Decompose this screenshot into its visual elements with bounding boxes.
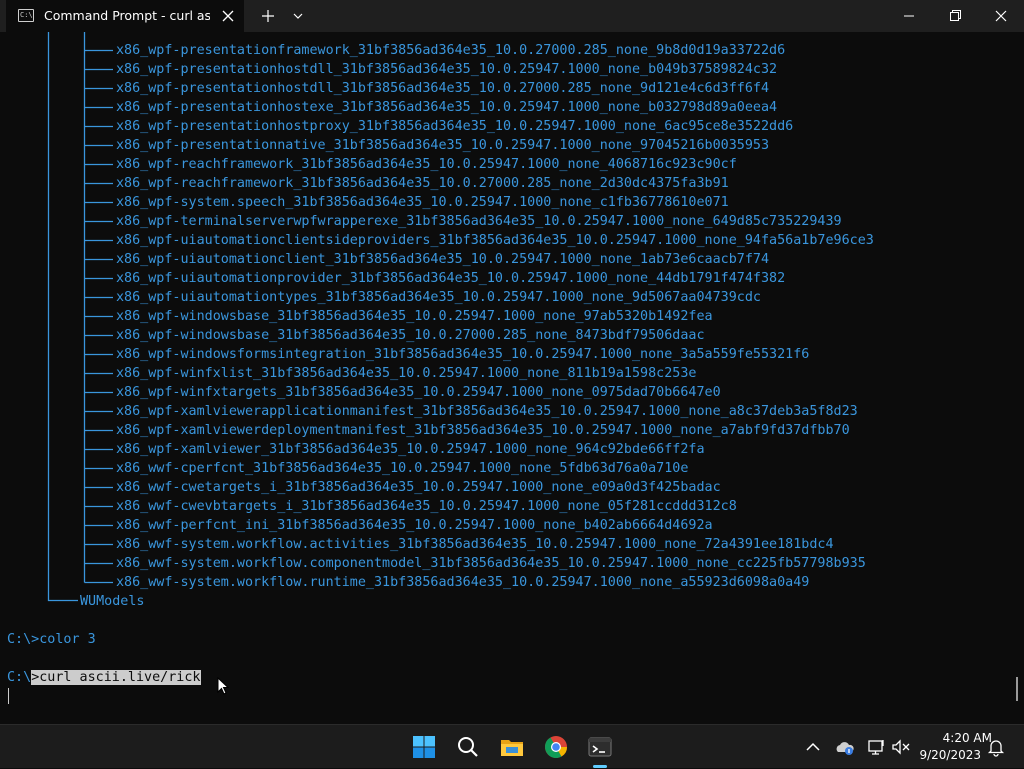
package-entry: x86_wpf-presentationhostexe_31bf3856ad36… [116, 100, 778, 115]
package-entry: x86_wpf-uiautomationclient_31bf3856ad364… [116, 252, 770, 267]
terminal-tab[interactable]: C:\ Command Prompt - curl ascii [6, 0, 244, 32]
package-entry: x86_wpf-xamlviewerdeploymentmanifest_31b… [116, 423, 850, 438]
package-entry: x86_wwf-cwetargets_i_31bf3856ad364e35_10… [116, 480, 721, 495]
tab-dropdown-chevron-icon[interactable] [290, 10, 306, 22]
clock-date[interactable]: 9/20/2023 [912, 748, 981, 762]
package-entry: x86_wwf-system.workflow.runtime_31bf3856… [116, 575, 810, 590]
close-window-button[interactable] [978, 0, 1024, 32]
package-entry: x86_wpf-xamlviewer_31bf3856ad364e35_10.0… [116, 442, 705, 457]
package-entry: x86_wpf-presentationhostproxy_31bf3856ad… [116, 119, 794, 134]
show-hidden-icons-button[interactable] [803, 737, 823, 757]
start-button[interactable] [404, 725, 444, 769]
package-entry: x86_wwf-perfcnt_ini_31bf3856ad364e35_10.… [116, 518, 713, 533]
package-entry: x86_wpf-presentationhostdll_31bf3856ad36… [116, 62, 778, 77]
minimize-button[interactable] [886, 0, 932, 32]
mouse-pointer-icon [217, 676, 230, 699]
terminal-output[interactable]: x86_wpf-presentationframework_31bf3856ad… [0, 32, 1024, 724]
chrome-button[interactable] [536, 725, 576, 769]
terminal-icon [588, 737, 612, 757]
command-text: color 3 [39, 632, 96, 647]
prompt-line-curl: C:\>curl ascii.live/rick [7, 668, 201, 687]
terminal-button[interactable] [580, 725, 620, 769]
package-entry: x86_wpf-presentationframework_31bf3856ad… [116, 43, 786, 58]
package-entry: x86_wpf-system.speech_31bf3856ad364e35_1… [116, 195, 729, 210]
package-entry: x86_wpf-windowsformsintegration_31bf3856… [116, 347, 810, 362]
search-button[interactable] [448, 725, 488, 769]
selected-command-text: >curl ascii.live/rick [31, 670, 201, 685]
package-entry: x86_wpf-presentationhostdll_31bf3856ad36… [116, 81, 770, 96]
chevron-up-icon [806, 742, 820, 751]
title-bar: C:\ Command Prompt - curl ascii [0, 0, 1024, 32]
tab-title: Command Prompt - curl ascii [44, 8, 210, 23]
network-button[interactable] [866, 737, 886, 757]
prompt-prefix: C:\ [7, 670, 32, 685]
command-prompt-icon: C:\ [18, 9, 34, 22]
prompt-line-color: C:\>color 3 [7, 630, 96, 649]
package-entry: x86_wpf-uiautomationprovider_31bf3856ad3… [116, 271, 786, 286]
package-entry: x86_wpf-terminalserverwpfwrapperexe_31bf… [116, 214, 842, 229]
package-entry: x86_wwf-system.workflow.componentmodel_3… [116, 556, 866, 571]
package-entry: x86_wpf-reachframework_31bf3856ad364e35_… [116, 176, 729, 191]
volume-muted-icon [892, 739, 910, 755]
folder-entry-wumodels: WUModels [80, 594, 145, 609]
close-tab-icon[interactable] [220, 8, 236, 24]
volume-button[interactable] [891, 737, 911, 757]
file-explorer-icon [501, 740, 523, 756]
tree-connector-lines [47, 32, 113, 602]
scrollbar-thumb[interactable] [1016, 677, 1018, 701]
package-entry: x86_wpf-xamlviewerapplicationmanifest_31… [116, 404, 858, 419]
package-entry: x86_wwf-cwevbtargets_i_31bf3856ad364e35_… [116, 499, 737, 514]
notification-bell-icon [987, 740, 1005, 757]
package-entry: x86_wpf-presentationnative_31bf3856ad364… [116, 138, 770, 153]
search-icon [458, 737, 478, 757]
restore-button[interactable] [932, 0, 978, 32]
clock-time[interactable]: 4:20 AM [912, 731, 992, 745]
onedrive-button[interactable] [835, 737, 855, 757]
package-entry: x86_wpf-windowsbase_31bf3856ad364e35_10.… [116, 328, 705, 343]
chrome-icon [545, 736, 567, 758]
file-explorer-button[interactable] [492, 725, 532, 769]
text-cursor [8, 688, 9, 704]
package-entry: x86_wpf-uiautomationtypes_31bf3856ad364e… [116, 290, 761, 305]
prompt-prefix: C:\> [7, 632, 40, 647]
package-entry: x86_wpf-winfxlist_31bf3856ad364e35_10.0.… [116, 366, 697, 381]
taskbar: 4:20 AM 9/20/2023 [0, 724, 1024, 768]
network-icon [868, 740, 884, 755]
package-entry: x86_wpf-uiautomationclientsideproviders_… [116, 233, 874, 248]
package-entry: x86_wwf-cperfcnt_31bf3856ad364e35_10.0.2… [116, 461, 689, 476]
package-entry: x86_wwf-system.workflow.activities_31bf3… [116, 537, 834, 552]
package-list: x86_wpf-presentationframework_31bf3856ad… [116, 41, 874, 592]
package-entry: x86_wpf-winfxtargets_31bf3856ad364e35_10… [116, 385, 721, 400]
notifications-button[interactable] [986, 737, 1006, 757]
package-entry: x86_wpf-windowsbase_31bf3856ad364e35_10.… [116, 309, 713, 324]
start-icon [413, 736, 435, 758]
package-entry: x86_wpf-reachframework_31bf3856ad364e35_… [116, 157, 737, 172]
onedrive-icon [836, 742, 854, 755]
new-tab-plus-icon[interactable] [260, 8, 276, 24]
